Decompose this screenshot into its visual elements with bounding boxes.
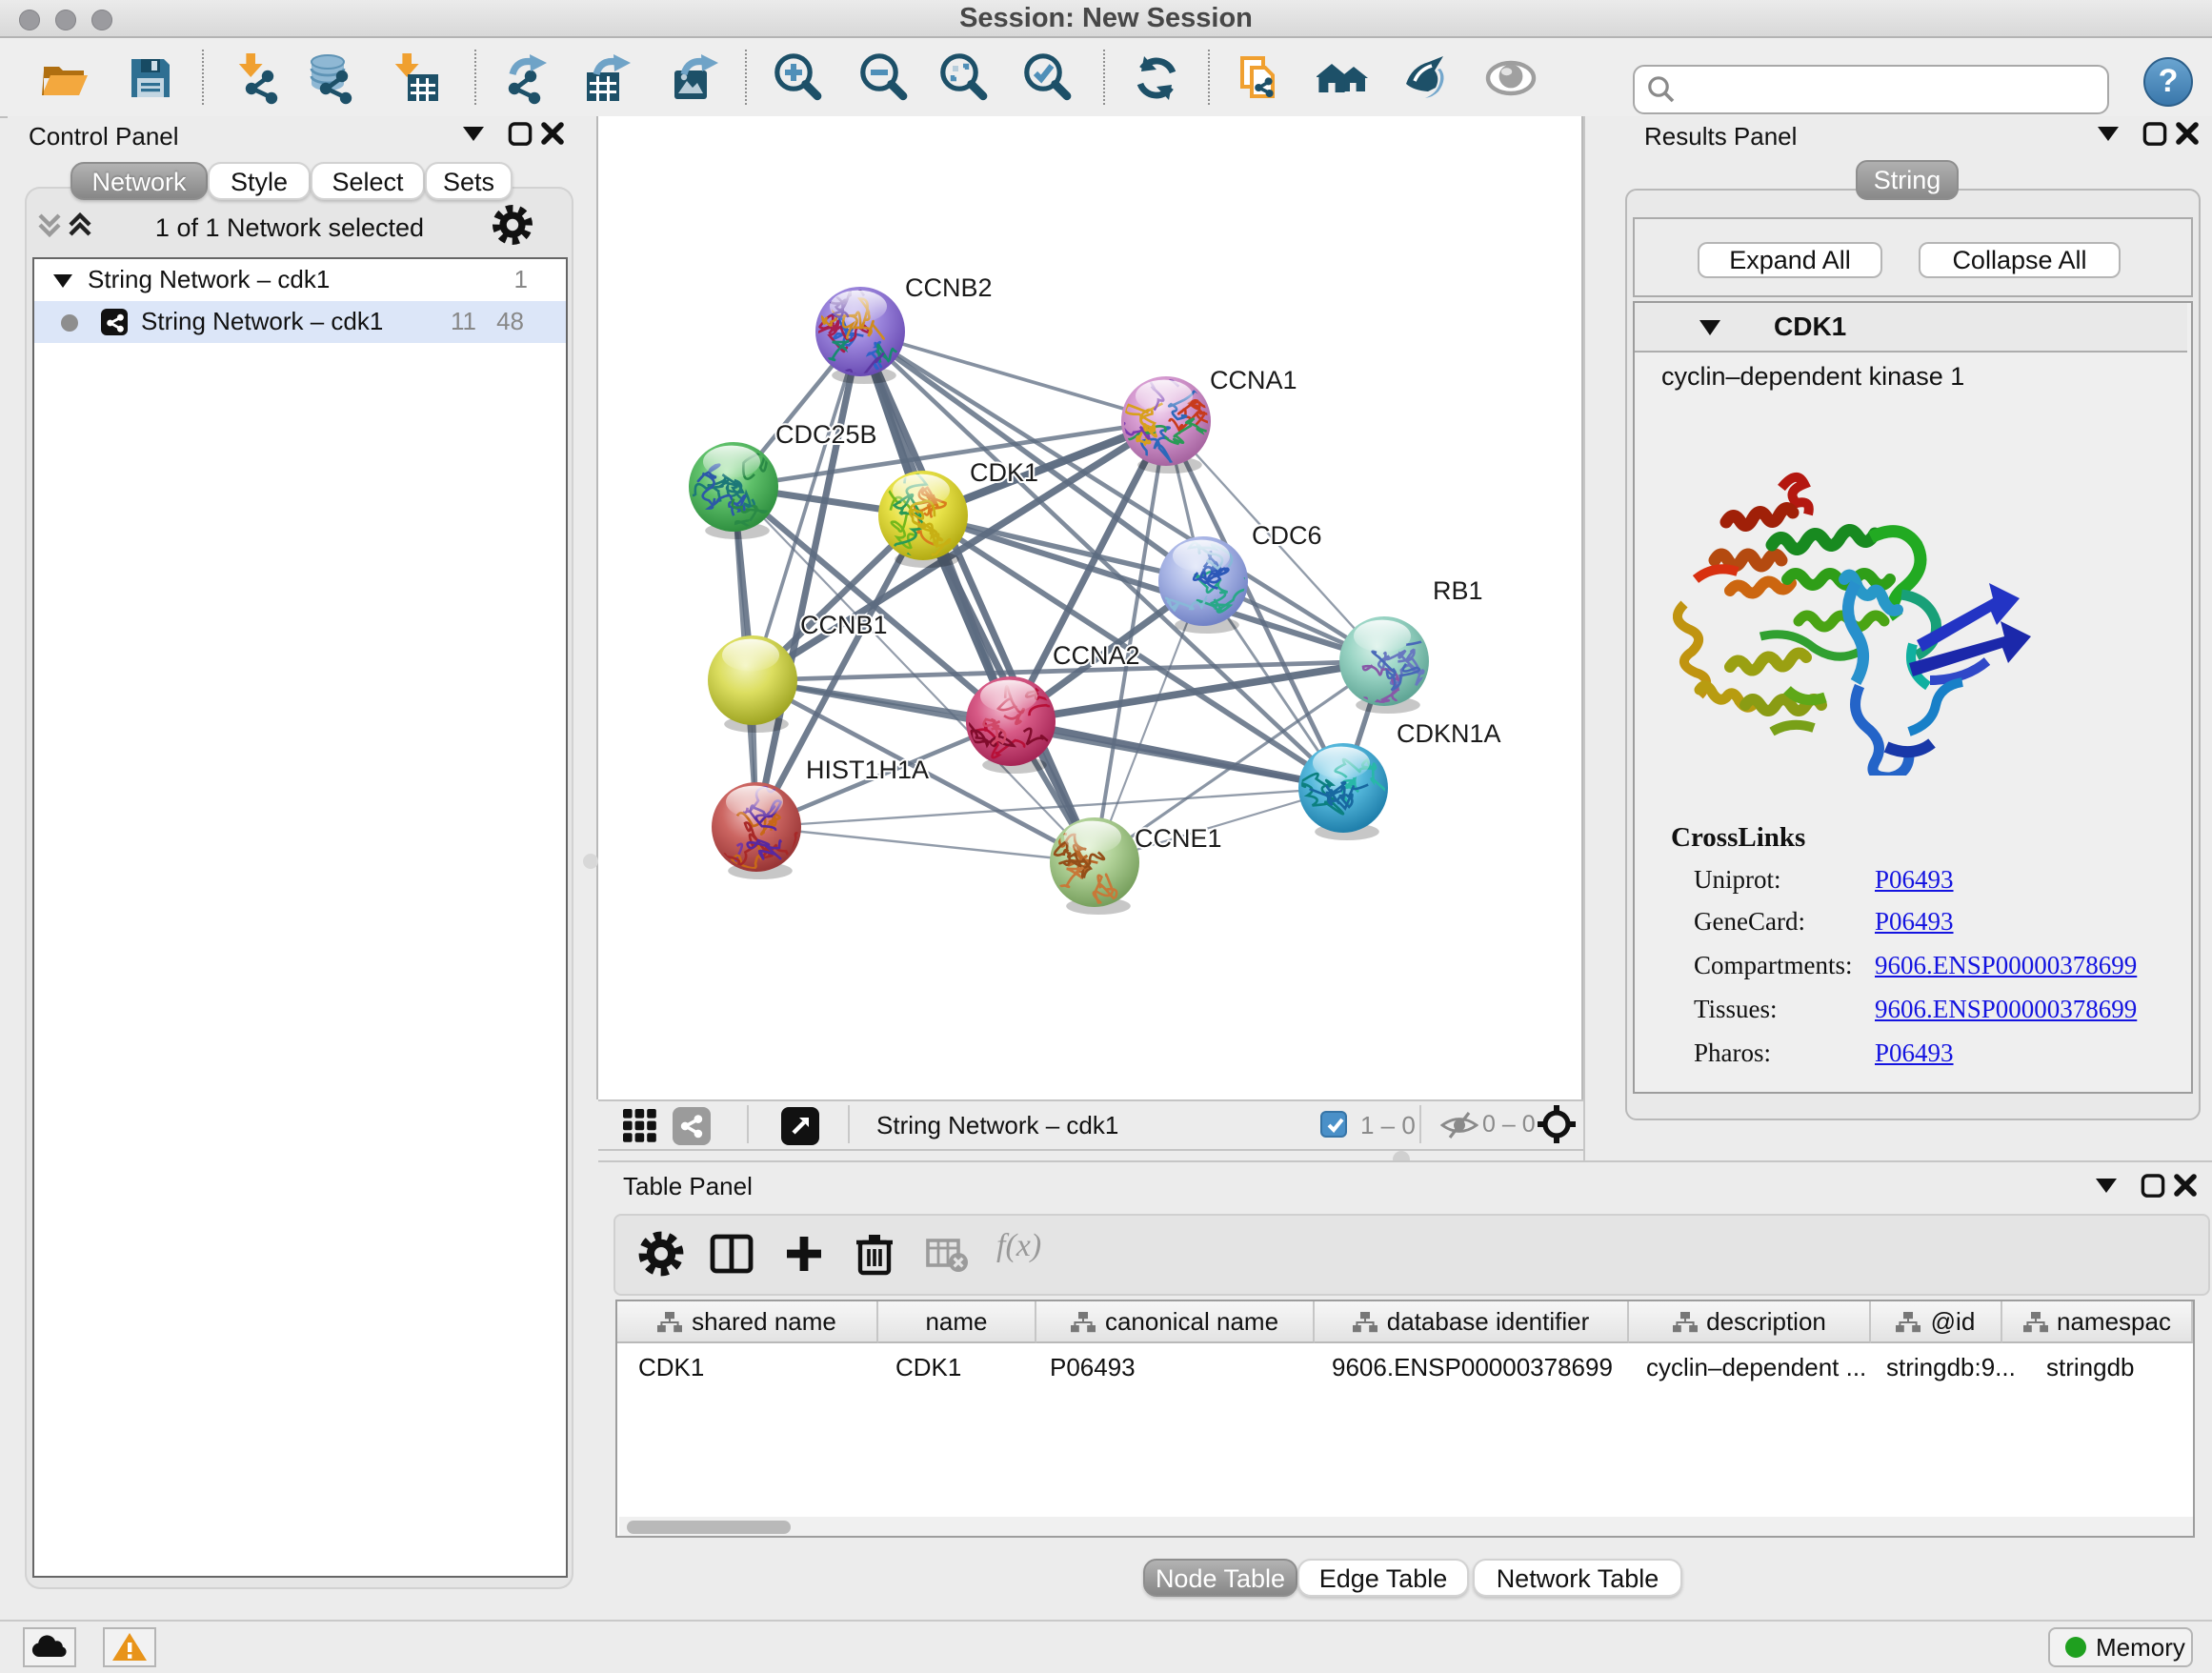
svg-text:RB1: RB1 bbox=[1433, 576, 1483, 605]
svg-text:CDK1: CDK1 bbox=[970, 458, 1038, 487]
svg-text:CCNB1: CCNB1 bbox=[800, 611, 888, 639]
svg-text:CCNA1: CCNA1 bbox=[1210, 366, 1297, 394]
svg-text:CCNA2: CCNA2 bbox=[1053, 641, 1140, 670]
svg-text:CDC25B: CDC25B bbox=[775, 420, 877, 449]
svg-text:CDKN1A: CDKN1A bbox=[1397, 719, 1501, 748]
svg-text:CDC6: CDC6 bbox=[1252, 521, 1322, 550]
svg-text:HIST1H1A: HIST1H1A bbox=[806, 756, 929, 784]
svg-text:CCNB2: CCNB2 bbox=[905, 273, 993, 302]
svg-text:CCNE1: CCNE1 bbox=[1135, 824, 1222, 853]
